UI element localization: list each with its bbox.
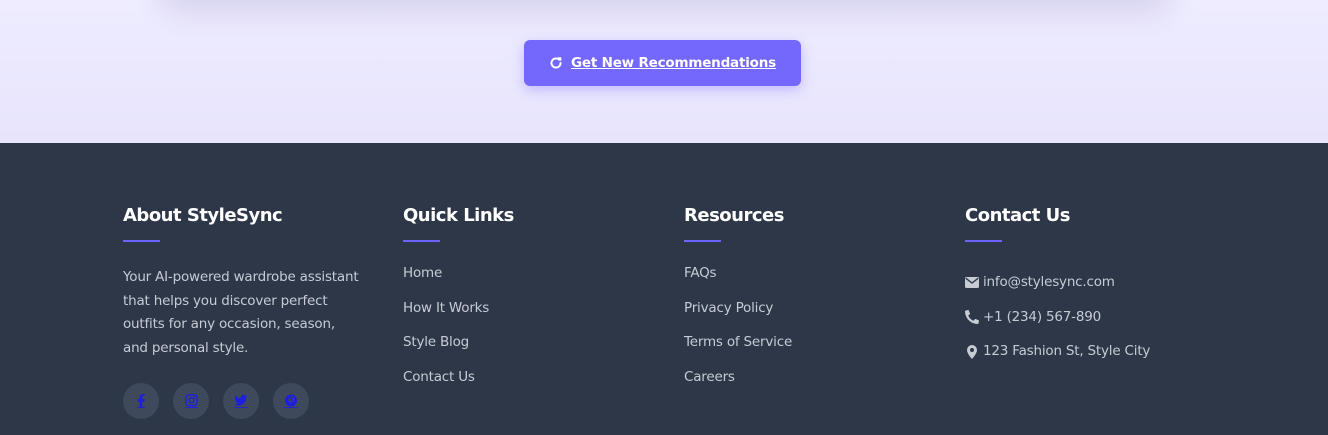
footer-quick-links-column: Quick Links Home How It Works Style Blog…: [403, 203, 514, 404]
contact-address-text: 123 Fashion St, Style City: [983, 343, 1151, 360]
heading-underline: [123, 240, 160, 242]
contact-heading: Contact Us: [965, 205, 1071, 226]
quick-links-heading: Quick Links: [403, 205, 514, 226]
facebook-link[interactable]: [123, 383, 159, 419]
refresh-icon: [549, 56, 563, 70]
envelope-icon: [965, 275, 979, 289]
footer-link-contact-us[interactable]: Contact Us: [403, 369, 514, 404]
footer-link-careers[interactable]: Careers: [684, 369, 792, 404]
site-footer: About StyleSync Your AI-powered wardrobe…: [0, 143, 1328, 435]
get-new-recommendations-label: Get New Recommendations: [571, 55, 776, 71]
contact-phone[interactable]: +1 (234) 567-890: [965, 300, 1150, 335]
contact-phone-text: +1 (234) 567-890: [983, 308, 1101, 325]
footer-link-faqs[interactable]: FAQs: [684, 265, 792, 300]
twitter-link[interactable]: [223, 383, 259, 419]
contact-address: 123 Fashion St, Style City: [965, 334, 1150, 369]
instagram-link[interactable]: [173, 383, 209, 419]
footer-link-style-blog[interactable]: Style Blog: [403, 334, 514, 369]
pinterest-icon: [284, 394, 298, 408]
contact-email[interactable]: info@stylesync.com: [965, 265, 1150, 300]
contact-list: info@stylesync.com +1 (234) 567-890 123 …: [965, 265, 1150, 369]
pinterest-link[interactable]: [273, 383, 309, 419]
twitter-icon: [234, 394, 248, 408]
get-new-recommendations-button[interactable]: Get New Recommendations: [524, 40, 801, 86]
footer-resources-column: Resources FAQs Privacy Policy Terms of S…: [684, 203, 792, 404]
quick-links-list: Home How It Works Style Blog Contact Us: [403, 265, 514, 404]
about-heading: About StyleSync: [123, 205, 283, 226]
footer-link-terms-of-service[interactable]: Terms of Service: [684, 334, 792, 369]
recommendations-section: Get New Recommendations: [0, 0, 1328, 143]
facebook-icon: [137, 394, 145, 408]
footer-about-column: About StyleSync Your AI-powered wardrobe…: [123, 203, 363, 419]
phone-icon: [965, 310, 979, 325]
footer-link-how-it-works[interactable]: How It Works: [403, 300, 514, 335]
heading-underline: [403, 240, 440, 242]
contact-email-text: info@stylesync.com: [983, 273, 1115, 290]
map-marker-icon: [965, 344, 979, 359]
footer-link-home[interactable]: Home: [403, 265, 514, 300]
resources-heading: Resources: [684, 205, 784, 226]
resources-list: FAQs Privacy Policy Terms of Service Car…: [684, 265, 792, 404]
heading-underline: [965, 240, 1002, 242]
instagram-icon: [184, 394, 198, 408]
footer-link-privacy-policy[interactable]: Privacy Policy: [684, 300, 792, 335]
heading-underline: [684, 240, 721, 242]
footer-contact-column: Contact Us info@stylesync.com +1 (234) 5…: [965, 203, 1150, 369]
social-links: [123, 383, 363, 419]
about-description: Your AI-powered wardrobe assistant that …: [123, 269, 359, 356]
